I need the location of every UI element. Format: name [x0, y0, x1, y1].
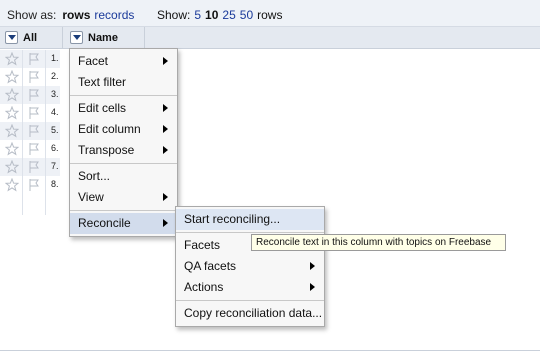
submenu-arrow-icon	[163, 57, 168, 65]
star-icon[interactable]	[4, 141, 20, 156]
menu-item-label: Transpose	[78, 143, 135, 157]
table-row: 7.	[0, 158, 60, 176]
menu-separator	[70, 163, 177, 164]
menu-separator	[70, 95, 177, 96]
reconcile-tooltip: Reconcile text in this column with topic…	[251, 234, 506, 251]
menu-item-label: View	[78, 190, 104, 204]
submenu-arrow-icon	[310, 283, 315, 291]
row-number: 6.	[51, 143, 59, 153]
flag-icon[interactable]	[27, 142, 41, 156]
menu-item-label: Text filter	[78, 75, 127, 89]
menu-item-start-reconciling[interactable]: Start reconciling...	[176, 209, 324, 230]
flag-icon[interactable]	[27, 88, 41, 102]
star-icon[interactable]	[4, 123, 20, 138]
menu-item-sort[interactable]: Sort...	[70, 166, 177, 187]
row-number: 8.	[51, 179, 59, 189]
all-column-dropdown-icon[interactable]	[5, 31, 18, 44]
menu-item-text-filter[interactable]: Text filter	[70, 72, 177, 93]
all-column-label: All	[23, 32, 38, 44]
flag-icon[interactable]	[27, 124, 41, 138]
row-number: 1.	[51, 53, 59, 63]
table-row: 3.	[0, 86, 60, 104]
menu-item-label: Edit cells	[78, 101, 127, 115]
star-icon[interactable]	[4, 87, 20, 102]
table-row: 8.	[0, 176, 60, 194]
submenu-arrow-icon	[163, 125, 168, 133]
menu-separator	[70, 210, 177, 211]
table-row: 4.	[0, 104, 60, 122]
menu-item-actions[interactable]: Actions	[176, 277, 324, 298]
submenu-arrow-icon	[163, 104, 168, 112]
flag-icon[interactable]	[27, 106, 41, 120]
menu-item-label: Reconcile	[78, 216, 131, 230]
menu-separator	[176, 300, 324, 301]
column-header-row: All Name	[0, 27, 540, 49]
column-menu: Facet Text filter Edit cells Edit column…	[69, 48, 178, 237]
view-rows-option[interactable]: rows	[62, 8, 90, 22]
menu-item-label: Facets	[184, 238, 221, 252]
show-as-label: Show as:	[7, 8, 57, 22]
submenu-arrow-icon	[163, 219, 168, 227]
column-header-all: All	[0, 27, 63, 49]
flag-icon[interactable]	[27, 160, 41, 174]
menu-item-label: Sort...	[78, 169, 111, 183]
view-records-link[interactable]: records	[94, 8, 134, 22]
table-row: 5.	[0, 122, 60, 140]
menu-item-view[interactable]: View	[70, 187, 177, 208]
table-row: 1.	[0, 50, 60, 68]
table-row: 2.	[0, 68, 60, 86]
flag-icon[interactable]	[27, 178, 41, 192]
menu-separator	[176, 232, 324, 233]
menu-item-facet[interactable]: Facet	[70, 51, 177, 72]
page-size-10[interactable]: 10	[205, 8, 218, 22]
table-row: 6.	[0, 140, 60, 158]
menu-item-edit-column[interactable]: Edit column	[70, 119, 177, 140]
star-icon[interactable]	[4, 159, 20, 174]
reconcile-submenu: Start reconciling... Facets QA facets Ac…	[175, 206, 325, 327]
star-icon[interactable]	[4, 51, 20, 66]
menu-item-label: Facet	[78, 54, 109, 68]
menu-item-qa-facets[interactable]: QA facets	[176, 256, 324, 277]
menu-item-label: Start reconciling...	[184, 212, 281, 226]
star-icon[interactable]	[4, 69, 20, 84]
submenu-arrow-icon	[310, 262, 315, 270]
data-rows: 1. 2. 3. 4. 5. 6. 7. 8.	[0, 50, 60, 194]
star-icon[interactable]	[4, 177, 20, 192]
column-header-name: Name	[63, 27, 145, 49]
column-divider	[22, 50, 23, 215]
page-size-group: Show: 5 10 25 50 rows	[157, 8, 282, 22]
row-number: 5.	[51, 125, 59, 135]
show-as-group: Show as: rows records	[7, 8, 134, 22]
page-size-25[interactable]: 25	[222, 8, 235, 22]
flag-icon[interactable]	[27, 70, 41, 84]
row-number: 7.	[51, 161, 59, 171]
submenu-arrow-icon	[163, 146, 168, 154]
row-number: 2.	[51, 71, 59, 81]
page-size-5[interactable]: 5	[194, 8, 201, 22]
name-column-dropdown-icon[interactable]	[70, 31, 83, 44]
view-options-bar: Show as: rows records Show: 5 10 25 50 rows	[0, 0, 540, 27]
menu-item-edit-cells[interactable]: Edit cells	[70, 98, 177, 119]
column-divider	[45, 50, 46, 215]
rows-suffix: rows	[257, 8, 283, 22]
menu-item-copy-reconciliation-data[interactable]: Copy reconciliation data...	[176, 303, 324, 324]
submenu-arrow-icon	[163, 193, 168, 201]
menu-item-label: Copy reconciliation data...	[184, 306, 323, 320]
page-size-50[interactable]: 50	[240, 8, 253, 22]
name-column-label: Name	[88, 32, 118, 44]
flag-icon[interactable]	[27, 52, 41, 66]
menu-item-label: QA facets	[184, 259, 237, 273]
star-icon[interactable]	[4, 105, 20, 120]
menu-item-label: Actions	[184, 280, 224, 294]
menu-item-reconcile[interactable]: Reconcile	[70, 213, 177, 234]
row-number: 4.	[51, 107, 59, 117]
menu-item-label: Edit column	[78, 122, 141, 136]
menu-item-transpose[interactable]: Transpose	[70, 140, 177, 161]
bottom-divider	[0, 350, 540, 351]
row-number: 3.	[51, 89, 59, 99]
show-label: Show:	[157, 8, 191, 22]
